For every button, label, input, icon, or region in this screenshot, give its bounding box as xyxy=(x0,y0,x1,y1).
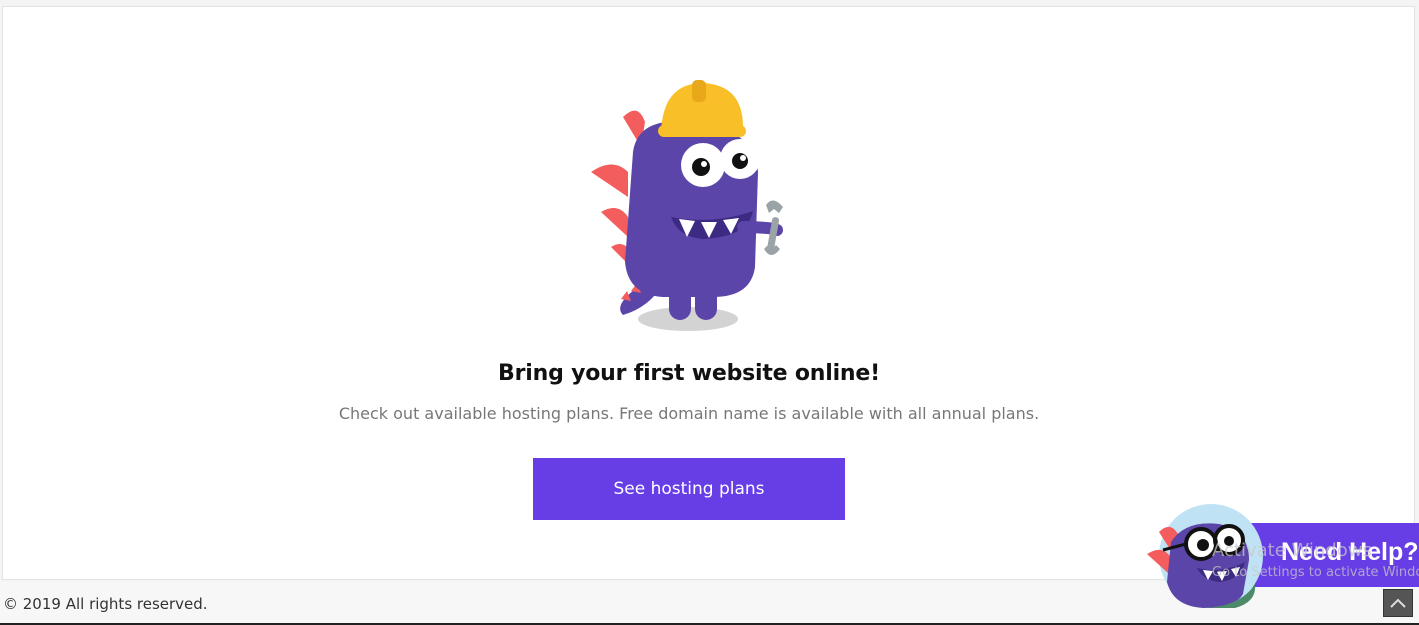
see-hosting-plans-button[interactable]: See hosting plans xyxy=(533,458,845,520)
copyright-text: © 2019 All rights reserved. xyxy=(3,595,208,613)
chevron-up-icon xyxy=(1390,598,1406,608)
activate-windows-subtitle: Go to Settings to activate Windows. xyxy=(1212,565,1419,580)
page: Bring your first website online! Check o… xyxy=(0,0,1419,625)
empty-state-description: Check out available hosting plans. Free … xyxy=(338,404,1040,423)
activate-windows-title: Activate Windows xyxy=(1212,540,1372,561)
empty-state-title: Bring your first website online! xyxy=(498,361,880,386)
builder-monster-illustration xyxy=(591,80,783,331)
scroll-to-top-button[interactable] xyxy=(1383,589,1413,617)
empty-state-card: Bring your first website online! Check o… xyxy=(2,6,1415,580)
